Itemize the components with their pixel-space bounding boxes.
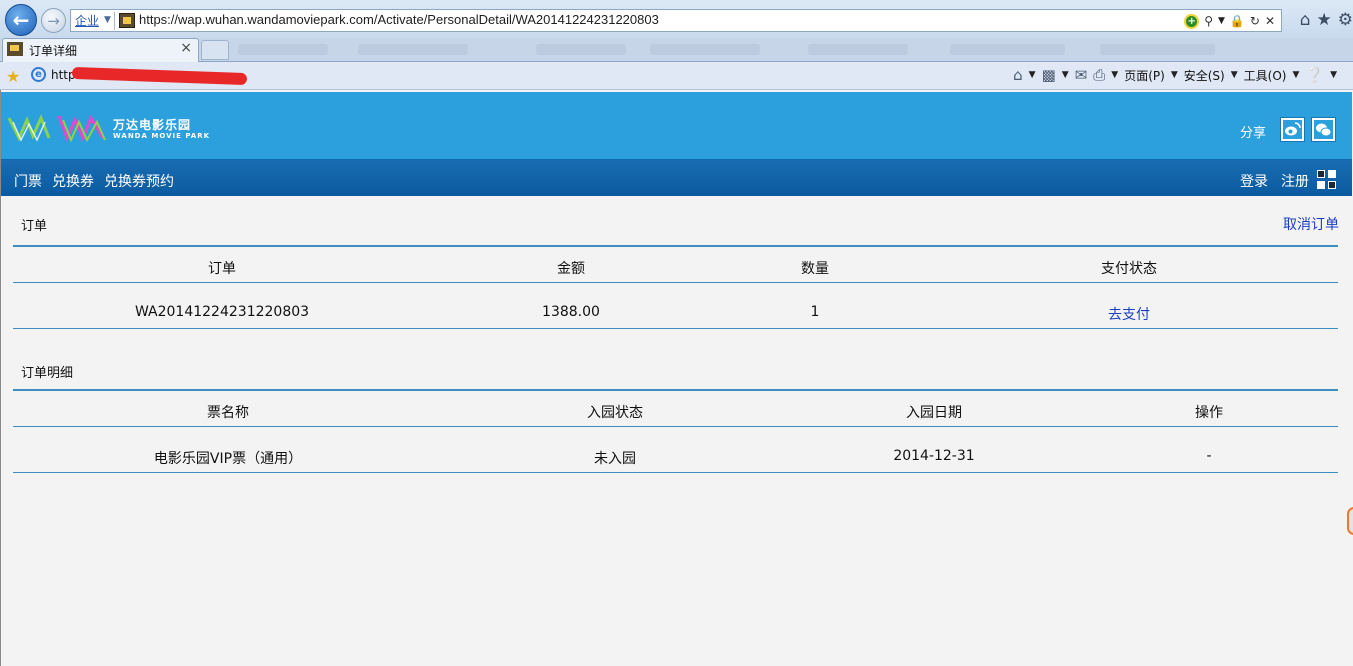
blurred-tab — [1100, 44, 1215, 55]
search-dropdown-icon[interactable]: ▼ — [1218, 16, 1225, 26]
blurred-tab — [536, 44, 626, 55]
back-button[interactable]: ← — [5, 4, 37, 36]
ie-page-icon: e — [31, 67, 46, 82]
order-amount: 1388.00 — [542, 304, 600, 320]
nav-vouchers[interactable]: 兑换券 — [52, 171, 94, 191]
details-header-entry-status: 入园状态 — [587, 405, 643, 421]
gear-icon[interactable]: ⚙ — [1338, 10, 1353, 30]
order-header-quantity: 数量 — [801, 261, 829, 277]
browser-address-bar: ← → 企业 ▼ https://wap.wuhan.wandamoviepar… — [0, 0, 1353, 38]
url-text[interactable]: https://wap.wuhan.wandamoviepark.com/Act… — [139, 12, 659, 27]
forward-button[interactable]: → — [41, 8, 66, 33]
details-header-entry-date: 入园日期 — [906, 405, 962, 421]
home-icon[interactable]: ⌂ — [1300, 10, 1311, 30]
details-section-title: 订单明细 — [21, 366, 74, 381]
close-icon[interactable]: × — [180, 40, 192, 56]
site-nav: 门票 兑换券 兑换券预约 登录 注册 — [1, 159, 1352, 196]
page-menu[interactable]: 页面(P) — [1124, 67, 1165, 84]
share-label: 分享 — [1240, 126, 1267, 141]
arrow-right-icon: → — [47, 11, 60, 30]
compatibility-view-icon[interactable]: + — [1184, 13, 1200, 29]
arrow-left-icon: ← — [12, 8, 30, 32]
url-field[interactable]: 企业 ▼ https://wap.wuhan.wandamoviepark.co… — [70, 9, 1282, 32]
ticket-name: 电影乐园VIP票（通用） — [153, 451, 303, 467]
blurred-tab — [808, 44, 908, 55]
chevron-down-icon[interactable]: ▼ — [1171, 70, 1178, 80]
help-icon[interactable]: ❔ — [1305, 66, 1324, 84]
order-section-title: 订单 — [21, 219, 48, 234]
divider — [13, 245, 1338, 247]
chevron-down-icon[interactable]: ▼ — [1292, 70, 1299, 80]
new-tab-button[interactable] — [201, 40, 229, 60]
divider — [114, 12, 115, 30]
tab-order-detail[interactable]: 订单详细 × — [2, 38, 199, 62]
nav-tickets[interactable]: 门票 — [14, 171, 42, 191]
order-header-pay-status: 支付状态 — [1101, 261, 1157, 277]
print-icon[interactable]: ⎙ — [1093, 66, 1105, 84]
register-link[interactable]: 注册 — [1281, 171, 1309, 191]
details-header-ticket-name: 票名称 — [207, 405, 249, 421]
command-bar: ⌂ ▼ ▩ ▼ ✉ ⎙ ▼ 页面(P) ▼ 安全(S) ▼ 工具(O) ▼ ❔ ▼ — [1013, 66, 1337, 84]
floating-side-button[interactable] — [1347, 507, 1353, 535]
logo-text-en: WANDA MOVIE PARK — [113, 132, 211, 140]
browser-right-icons: ⌂ ★ ⚙ — [1300, 10, 1353, 30]
details-header-action: 操作 — [1195, 405, 1223, 421]
divider — [13, 389, 1338, 391]
stop-icon[interactable]: ✕ — [1265, 14, 1275, 28]
blurred-tab — [238, 44, 328, 55]
pay-now-link[interactable]: 去支付 — [1108, 304, 1150, 324]
entry-status: 未入园 — [594, 451, 636, 467]
wechat-icon — [1314, 120, 1333, 139]
wechat-share-button[interactable] — [1311, 117, 1336, 142]
favorites-star-icon[interactable]: ★ — [1317, 10, 1332, 30]
blurred-tab — [650, 44, 760, 55]
weibo-icon — [1283, 120, 1302, 139]
rss-feed-icon[interactable]: ▩ — [1042, 66, 1056, 84]
home-icon[interactable]: ⌂ — [1013, 66, 1023, 84]
order-number: WA20141224231220803 — [134, 304, 310, 320]
weibo-share-button[interactable] — [1280, 117, 1305, 142]
order-quantity: 1 — [810, 304, 820, 320]
nav-voucher-booking[interactable]: 兑换券预约 — [104, 171, 174, 191]
favorites-add-icon[interactable]: ★ — [6, 67, 20, 86]
chevron-down-icon[interactable]: ▼ — [104, 15, 111, 25]
tools-menu[interactable]: 工具(O) — [1244, 67, 1287, 84]
wanda-logo-mark[interactable] — [7, 112, 107, 144]
order-header-amount: 金额 — [557, 261, 585, 277]
menu-grid-icon[interactable] — [1317, 170, 1336, 189]
url-tools: + ⚲ ▼ 🔒 ↻ ✕ — [1184, 11, 1275, 31]
cancel-order-link[interactable]: 取消订单 — [1283, 214, 1339, 234]
page-viewport: 万达电影乐园 WANDA MOVIE PARK 分享 门票 兑换券 兑换券预约 … — [0, 90, 1353, 666]
lock-icon[interactable]: 🔒 — [1230, 14, 1245, 28]
chevron-down-icon[interactable]: ▼ — [1029, 70, 1036, 80]
divider — [13, 426, 1338, 427]
site-favicon-icon — [119, 13, 135, 28]
mail-icon[interactable]: ✉ — [1075, 66, 1088, 84]
chevron-down-icon[interactable]: ▼ — [1231, 70, 1238, 80]
order-header-order: 订单 — [208, 261, 236, 277]
login-link[interactable]: 登录 — [1240, 171, 1268, 191]
blurred-tab — [950, 44, 1065, 55]
tab-favicon-icon — [7, 42, 23, 56]
divider — [13, 328, 1338, 329]
divider — [13, 282, 1338, 283]
refresh-icon[interactable]: ↻ — [1250, 14, 1260, 28]
chevron-down-icon[interactable]: ▼ — [1330, 70, 1337, 80]
safety-menu[interactable]: 安全(S) — [1184, 67, 1225, 84]
chevron-down-icon[interactable]: ▼ — [1111, 70, 1118, 80]
entry-date: 2014-12-31 — [893, 448, 975, 464]
row-action: - — [1206, 448, 1212, 464]
tab-title: 订单详细 — [29, 44, 78, 58]
logo-text-cn: 万达电影乐园 — [113, 118, 192, 132]
zone-label[interactable]: 企业 — [75, 12, 99, 29]
divider — [13, 472, 1338, 473]
search-icon[interactable]: ⚲ — [1204, 14, 1213, 28]
tab-bar: 订单详细 × — [0, 38, 1353, 62]
chevron-down-icon[interactable]: ▼ — [1062, 70, 1069, 80]
site-header: 万达电影乐园 WANDA MOVIE PARK 分享 — [1, 92, 1352, 159]
blurred-tab — [358, 44, 468, 55]
